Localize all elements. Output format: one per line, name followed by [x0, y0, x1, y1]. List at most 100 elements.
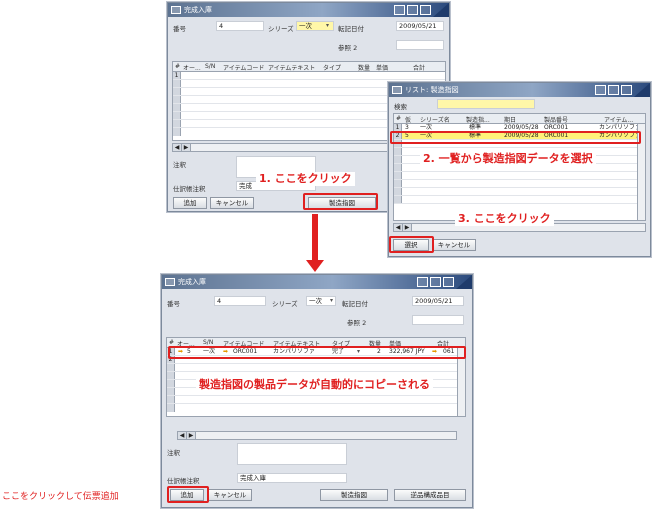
- cancel-button[interactable]: キャンセル: [208, 489, 252, 501]
- row-number: 1: [173, 72, 181, 79]
- search-label: 検索: [394, 103, 407, 111]
- posting-date-field[interactable]: 2009/05/21: [412, 296, 464, 306]
- scroll-right-icon[interactable]: ▶: [403, 224, 412, 231]
- ref2-field[interactable]: [396, 40, 444, 50]
- col-key: 仮: [405, 117, 412, 124]
- add-note: ここをクリックして伝票追加: [2, 492, 119, 502]
- chevron-down-icon[interactable]: ▾: [326, 22, 329, 29]
- down-arrow-icon: [306, 260, 324, 272]
- window-title: 完成入庫: [184, 6, 212, 14]
- title-wedge: [433, 3, 449, 17]
- table-row[interactable]: [394, 188, 645, 196]
- window-title: リスト: 製造指図: [405, 86, 459, 94]
- step2-callout: 2. 一覧から製造指図データを選択: [420, 152, 596, 166]
- production-order-list-window: リスト: 製造指図 検索 # 仮 シリーズ名 製造指... 期日 製品番号 アイ…: [388, 82, 651, 257]
- horizontal-scrollbar[interactable]: ◀ ▶: [177, 431, 457, 440]
- auto-copy-callout: 製造指図の製品データが自動的にコピーされる: [196, 378, 433, 392]
- col-type: タイプ: [323, 65, 342, 72]
- step3-callout: 3. ここをクリック: [455, 212, 554, 226]
- scroll-left-icon[interactable]: ◀: [178, 432, 187, 439]
- table-row[interactable]: [167, 404, 465, 412]
- journal-field[interactable]: 完成入庫: [237, 473, 347, 483]
- remarks-label: 注釈: [173, 161, 186, 169]
- table-row[interactable]: [167, 364, 465, 372]
- cancel-button[interactable]: キャンセル: [210, 197, 254, 209]
- col-series: シリーズ名: [420, 117, 450, 124]
- col-price: 単価: [376, 65, 389, 72]
- col-item-code: アイテムコード: [223, 65, 265, 72]
- remarks-label: 注釈: [167, 449, 180, 457]
- highlight-production-order: [303, 193, 378, 210]
- series-label: シリーズ: [272, 300, 298, 308]
- title-bar[interactable]: 完成入庫: [162, 275, 472, 289]
- minimize-icon[interactable]: [417, 277, 428, 287]
- doc-no-field[interactable]: 4: [216, 21, 264, 31]
- table-row[interactable]: [167, 396, 465, 404]
- col-item-text: アイテムテキスト: [268, 65, 316, 72]
- chevron-down-icon[interactable]: ▾: [330, 297, 333, 304]
- minimize-icon[interactable]: [595, 85, 606, 95]
- highlight-select-button: [389, 236, 434, 253]
- close-icon[interactable]: [443, 277, 454, 287]
- window-icon: [392, 86, 402, 94]
- maximize-icon[interactable]: [430, 277, 441, 287]
- table-row[interactable]: [394, 180, 645, 188]
- title-wedge: [456, 275, 472, 289]
- col-no: #: [175, 63, 181, 70]
- col-qty: 数量: [358, 65, 371, 72]
- table-row[interactable]: [394, 172, 645, 180]
- minimize-icon[interactable]: [394, 5, 405, 15]
- flow-arrow-shaft: [312, 214, 318, 260]
- col-text: アイテム...: [604, 117, 634, 124]
- col-order: オー...: [183, 65, 201, 72]
- posting-date-label: 転記日付: [342, 300, 368, 308]
- ref2-label: 参照 2: [338, 44, 358, 52]
- table-row[interactable]: 1: [173, 72, 445, 80]
- title-bar[interactable]: リスト: 製造指図: [389, 83, 650, 97]
- scroll-left-icon[interactable]: ◀: [394, 224, 403, 231]
- grid-header: # 仮 シリーズ名 製造指... 期日 製品番号 アイテム...: [394, 114, 645, 124]
- window-icon: [165, 278, 175, 286]
- remarks-textarea[interactable]: [237, 443, 347, 465]
- journal-label: 仕訳帳注釈: [173, 185, 206, 193]
- scroll-right-icon[interactable]: ▶: [182, 144, 191, 151]
- search-input[interactable]: [437, 99, 535, 109]
- finished-goods-button[interactable]: 逆品構成品目: [394, 489, 466, 501]
- row-number: 1: [394, 124, 402, 131]
- posting-date-field[interactable]: 2009/05/21: [396, 21, 444, 31]
- maximize-icon[interactable]: [608, 85, 619, 95]
- col-no: #: [396, 115, 402, 122]
- scroll-right-icon[interactable]: ▶: [187, 432, 196, 439]
- col-item: 製品番号: [544, 117, 569, 124]
- maximize-icon[interactable]: [407, 5, 418, 15]
- doc-no-label: 番号: [173, 25, 186, 33]
- col-sn: S/N: [205, 63, 216, 70]
- title-bar[interactable]: 完成入庫: [168, 3, 449, 17]
- title-wedge: [634, 83, 650, 97]
- step1-callout: 1. ここをクリック: [256, 172, 355, 186]
- col-status: 製造指...: [466, 117, 490, 124]
- journal-label: 仕訳帳注釈: [167, 477, 200, 485]
- doc-no-label: 番号: [167, 300, 180, 308]
- cancel-button[interactable]: キャンセル: [432, 239, 476, 251]
- ref2-field[interactable]: [412, 315, 464, 325]
- col-no: #: [169, 339, 175, 346]
- doc-no-field[interactable]: 4: [214, 296, 266, 306]
- highlight-copied-row: [168, 346, 466, 359]
- table-row[interactable]: [394, 196, 645, 204]
- list-grid: # 仮 シリーズ名 製造指... 期日 製品番号 アイテム... 1 3 一次 …: [393, 113, 646, 221]
- add-button[interactable]: 追加: [173, 197, 207, 209]
- col-date: 期日: [504, 117, 517, 124]
- window-title: 完成入庫: [178, 278, 206, 286]
- ref2-label: 参照 2: [347, 319, 367, 327]
- window-icon: [171, 6, 181, 14]
- scroll-left-icon[interactable]: ◀: [173, 144, 182, 151]
- close-icon[interactable]: [621, 85, 632, 95]
- col-sn: S/N: [203, 339, 214, 346]
- production-order-button[interactable]: 製造指図: [320, 489, 388, 501]
- highlight-add-button: [167, 486, 209, 503]
- series-label: シリーズ: [268, 25, 294, 33]
- col-total: 合計: [413, 65, 426, 72]
- close-icon[interactable]: [420, 5, 431, 15]
- highlight-selected-row: [390, 131, 641, 144]
